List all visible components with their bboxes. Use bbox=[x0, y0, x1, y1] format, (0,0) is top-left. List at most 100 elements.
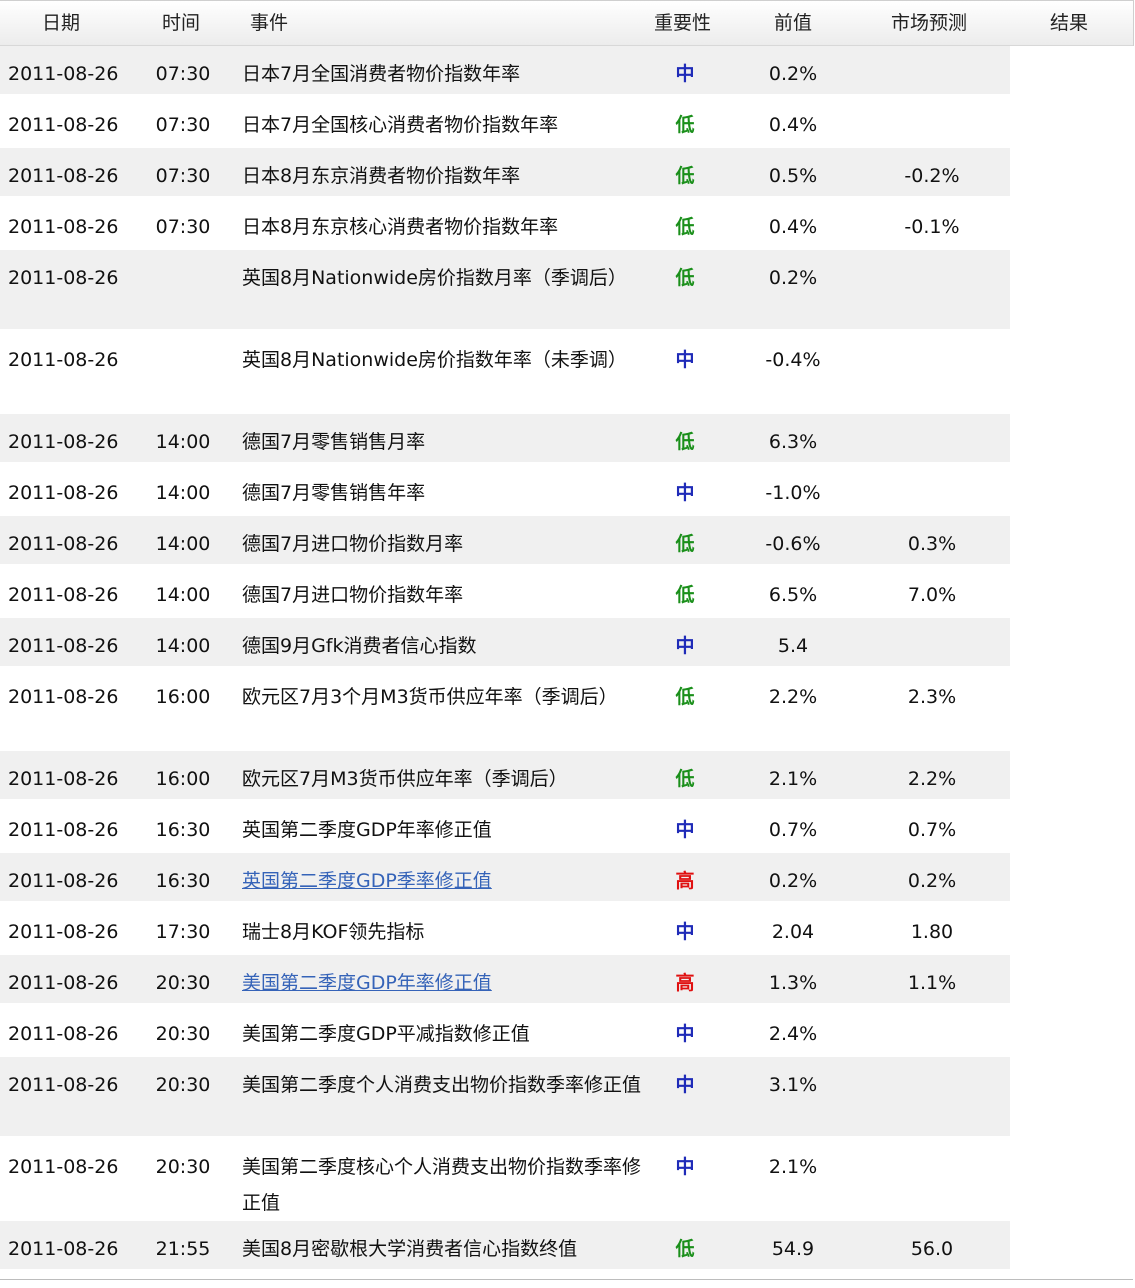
table-row: 2011-08-26 17:30 瑞士8月KOF领先指标 中 2.04 1.80 bbox=[0, 904, 1010, 955]
importance-badge: 中 bbox=[675, 349, 695, 371]
row-date: 2011-08-26 bbox=[8, 114, 119, 136]
event-link[interactable]: 美国第二季度GDP年率修正值 bbox=[242, 972, 492, 994]
importance-badge: 低 bbox=[675, 114, 695, 136]
row-date: 2011-08-26 bbox=[8, 349, 119, 371]
row-previous: 6.5% bbox=[768, 584, 818, 606]
table-row: 2011-08-26 07:30 日本8月东京核心消费者物价指数年率 低 0.4% -0.… bbox=[0, 199, 1010, 250]
header-importance[interactable]: 重要性 bbox=[654, 1, 711, 46]
table-row: 2011-08-26 20:30 美国第二季度GDP年率修正值 高 1.3% 1.1% bbox=[0, 955, 1010, 1006]
table-bottom-divider bbox=[0, 1279, 1133, 1280]
row-date: 2011-08-26 bbox=[8, 267, 119, 289]
row-previous: 0.2% bbox=[768, 63, 818, 85]
row-previous: 0.5% bbox=[768, 165, 818, 187]
row-time: 20:30 bbox=[155, 972, 211, 994]
row-time: 07:30 bbox=[155, 216, 211, 238]
table-row: 2011-08-26 21:55 美国8月密歇根大学消费者信心指数终值 低 54.9 56… bbox=[0, 1221, 1010, 1272]
header-previous[interactable]: 前值 bbox=[774, 1, 812, 46]
table-row: 2011-08-26 16:30 英国第二季度GDP年率修正值 中 0.7% 0.7% bbox=[0, 802, 1010, 853]
row-date: 2011-08-26 bbox=[8, 1074, 119, 1096]
importance-badge: 中 bbox=[675, 635, 695, 657]
table-row: 2011-08-26 14:00 德国7月零售销售年率 中 -1.0% bbox=[0, 465, 1010, 516]
table-row: 2011-08-26 20:30 美国第二季度GDP平减指数修正值 中 2.4% bbox=[0, 1006, 1010, 1057]
importance-badge: 低 bbox=[675, 584, 695, 606]
row-previous: 3.1% bbox=[768, 1074, 818, 1096]
row-time: 16:30 bbox=[155, 870, 211, 892]
row-previous: 0.2% bbox=[768, 870, 818, 892]
row-previous: -1.0% bbox=[765, 482, 821, 504]
importance-badge: 中 bbox=[675, 819, 695, 841]
table-row: 2011-08-26 07:30 日本7月全国消费者物价指数年率 中 0.2% bbox=[0, 46, 1010, 97]
row-previous: -0.6% bbox=[765, 533, 821, 555]
row-previous: 0.4% bbox=[768, 216, 818, 238]
row-event: 德国9月Gfk消费者信心指数 bbox=[242, 635, 477, 657]
row-event: 日本8月东京核心消费者物价指数年率 bbox=[242, 216, 559, 238]
row-time: 16:00 bbox=[155, 686, 211, 708]
row-event: 德国7月进口物价指数年率 bbox=[242, 584, 464, 606]
row-forecast: 7.0% bbox=[907, 584, 957, 606]
row-event: 德国7月进口物价指数月率 bbox=[242, 533, 464, 555]
header-event[interactable]: 事件 bbox=[250, 1, 288, 46]
row-date: 2011-08-26 bbox=[8, 819, 119, 841]
row-event: 欧元区7月3个月M3货币供应年率（季调后） bbox=[242, 686, 618, 708]
header-result[interactable]: 结果 bbox=[1050, 1, 1088, 46]
row-date: 2011-08-26 bbox=[8, 584, 119, 606]
importance-badge: 中 bbox=[675, 63, 695, 85]
row-previous: 2.04 bbox=[771, 921, 815, 943]
header-forecast[interactable]: 市场预测 bbox=[891, 1, 967, 46]
row-date: 2011-08-26 bbox=[8, 63, 119, 85]
row-date: 2011-08-26 bbox=[8, 921, 119, 943]
row-previous: 5.4 bbox=[777, 635, 809, 657]
header-time[interactable]: 时间 bbox=[162, 1, 200, 46]
row-date: 2011-08-26 bbox=[8, 482, 119, 504]
row-event: 瑞士8月KOF领先指标 bbox=[242, 921, 425, 943]
row-time: 16:00 bbox=[155, 768, 211, 790]
row-event: 日本7月全国核心消费者物价指数年率 bbox=[242, 114, 559, 136]
importance-badge: 低 bbox=[675, 267, 695, 289]
row-previous: 6.3% bbox=[768, 431, 818, 453]
row-forecast: -0.2% bbox=[904, 165, 960, 187]
importance-badge: 低 bbox=[675, 686, 695, 708]
row-time: 14:00 bbox=[155, 635, 211, 657]
row-previous: 2.1% bbox=[768, 768, 818, 790]
row-time: 21:55 bbox=[155, 1238, 211, 1260]
row-date: 2011-08-26 bbox=[8, 216, 119, 238]
row-forecast: 0.2% bbox=[907, 870, 957, 892]
importance-badge: 低 bbox=[675, 533, 695, 555]
table-row: 2011-08-26 英国8月Nationwide房价指数月率（季调后） 低 0.2% bbox=[0, 250, 1010, 332]
importance-badge: 高 bbox=[675, 870, 695, 892]
row-date: 2011-08-26 bbox=[8, 635, 119, 657]
row-time: 07:30 bbox=[155, 63, 211, 85]
row-date: 2011-08-26 bbox=[8, 1023, 119, 1045]
row-previous: 0.2% bbox=[768, 267, 818, 289]
row-date: 2011-08-26 bbox=[8, 972, 119, 994]
row-date: 2011-08-26 bbox=[8, 165, 119, 187]
row-event: 美国第二季度GDP平减指数修正值 bbox=[242, 1023, 530, 1045]
row-previous: 1.3% bbox=[768, 972, 818, 994]
row-time: 07:30 bbox=[155, 165, 211, 187]
row-date: 2011-08-26 bbox=[8, 686, 119, 708]
table-row: 2011-08-26 英国8月Nationwide房价指数年率（未季调） 中 -0.4… bbox=[0, 332, 1010, 414]
row-previous: 0.7% bbox=[768, 819, 818, 841]
row-forecast: 2.2% bbox=[907, 768, 957, 790]
row-event: 欧元区7月M3货币供应年率（季调后） bbox=[242, 768, 568, 790]
importance-badge: 中 bbox=[675, 1074, 695, 1096]
table-row: 2011-08-26 16:30 英国第二季度GDP季率修正值 高 0.2% 0.2% bbox=[0, 853, 1010, 904]
row-time: 20:30 bbox=[155, 1156, 211, 1178]
row-previous: 2.4% bbox=[768, 1023, 818, 1045]
row-event: 日本7月全国消费者物价指数年率 bbox=[242, 63, 521, 85]
row-event: 英国第二季度GDP季率修正值 bbox=[242, 863, 647, 899]
row-event: 德国7月零售销售年率 bbox=[242, 482, 426, 504]
importance-badge: 低 bbox=[675, 165, 695, 187]
event-link[interactable]: 英国第二季度GDP季率修正值 bbox=[242, 870, 492, 892]
row-event: 美国第二季度个人消费支出物价指数季率修正值 bbox=[242, 1074, 642, 1096]
table-row: 2011-08-26 16:00 欧元区7月M3货币供应年率（季调后） 低 2.1% 2.… bbox=[0, 751, 1010, 802]
row-previous: 54.9 bbox=[771, 1238, 815, 1260]
row-time: 20:30 bbox=[155, 1023, 211, 1045]
row-date: 2011-08-26 bbox=[8, 768, 119, 790]
importance-badge: 低 bbox=[675, 431, 695, 453]
row-event: 美国8月密歇根大学消费者信心指数终值 bbox=[242, 1238, 578, 1260]
table-row: 2011-08-26 14:00 德国7月进口物价指数年率 低 6.5% 7.0% bbox=[0, 567, 1010, 618]
header-date[interactable]: 日期 bbox=[42, 1, 80, 46]
row-time: 07:30 bbox=[155, 114, 211, 136]
row-forecast: 2.3% bbox=[907, 686, 957, 708]
